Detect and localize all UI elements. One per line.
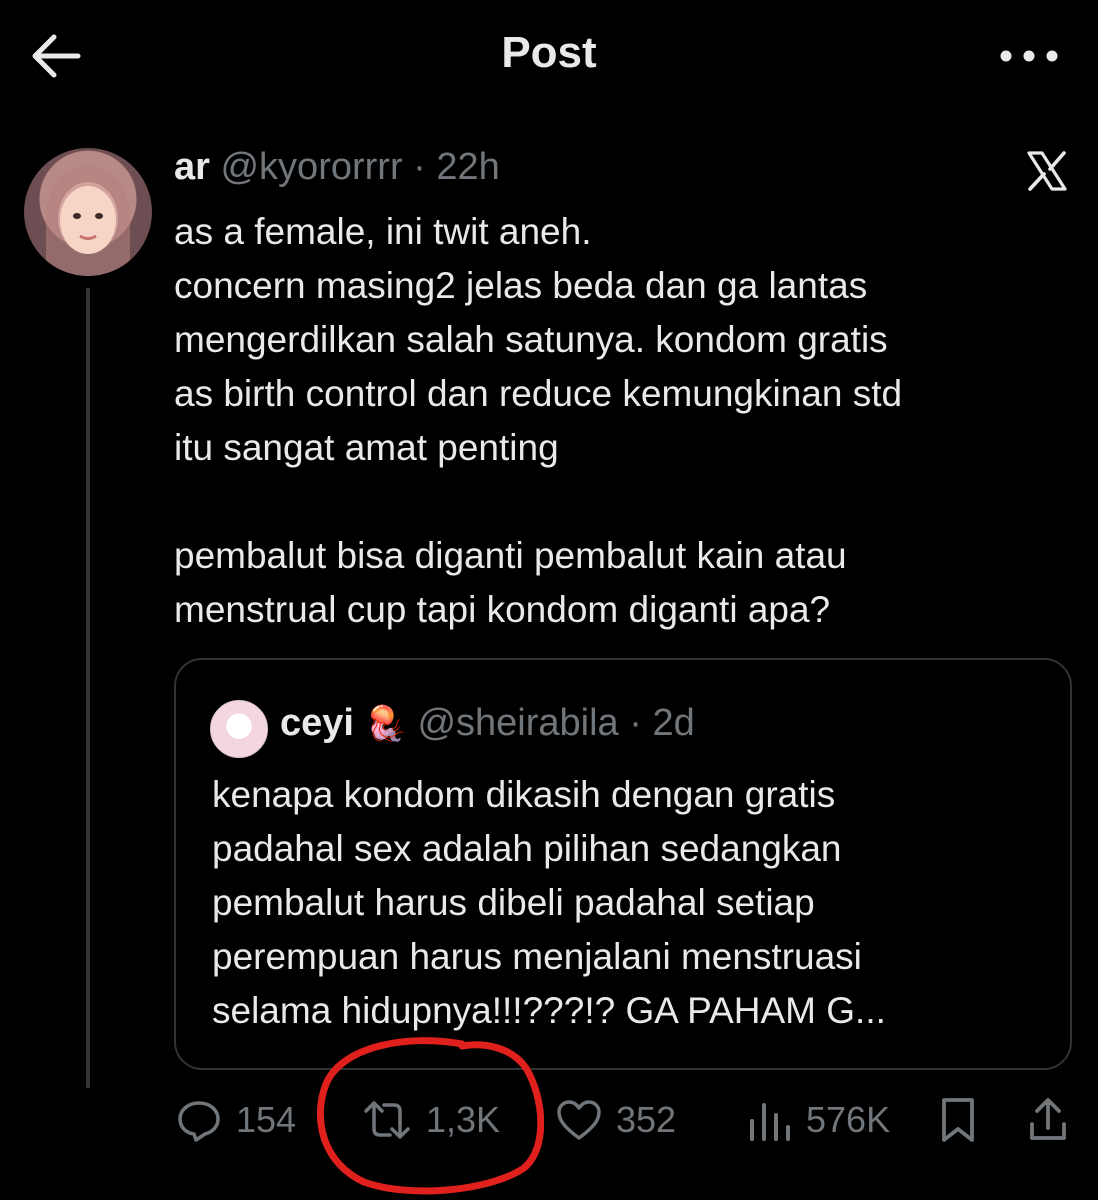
- quoted-post-card[interactable]: ceyi 🪼 @sheirabila · 2d kenapa kondom di…: [174, 658, 1072, 1070]
- post-paragraph-1: as a female, ini twit aneh. concern masi…: [174, 211, 903, 468]
- quoted-header-separator: ·: [618, 702, 653, 744]
- reply-icon: [178, 1101, 220, 1142]
- post-time[interactable]: 22h: [436, 146, 499, 188]
- repost-icon: [364, 1101, 410, 1139]
- author-avatar[interactable]: [24, 148, 152, 276]
- x-logo-icon: [1027, 151, 1067, 191]
- like-count: 352: [616, 1099, 677, 1140]
- views-chart-icon: [750, 1103, 790, 1141]
- reply-button[interactable]: 154: [174, 1090, 296, 1150]
- quoted-author-avatar: [210, 700, 268, 758]
- jellyfish-emoji-icon: 🪼: [364, 705, 407, 743]
- header-separator: ·: [402, 146, 437, 188]
- author-handle[interactable]: @kyororrrr: [220, 146, 402, 188]
- quoted-post-header: ceyi 🪼 @sheirabila · 2d: [280, 702, 695, 745]
- more-horizontal-icon[interactable]: [998, 40, 1060, 72]
- bookmark-icon[interactable]: [936, 1094, 980, 1146]
- author-name[interactable]: ar: [174, 146, 210, 188]
- like-button[interactable]: 352: [554, 1090, 676, 1150]
- quoted-post-body: kenapa kondom dikasih dengan gratis pada…: [212, 774, 886, 1031]
- views-button[interactable]: 576K: [746, 1090, 890, 1150]
- view-count: 576K: [806, 1099, 891, 1140]
- top-bar: Post: [0, 0, 1098, 110]
- share-icon[interactable]: [1026, 1094, 1070, 1146]
- thread-line: [86, 288, 90, 1088]
- post-body: as a female, ini twit aneh. concern masi…: [174, 205, 1074, 637]
- reply-count: 154: [236, 1099, 297, 1140]
- quoted-post-time: 2d: [652, 702, 695, 744]
- post-paragraph-2: pembalut bisa diganti pembalut kain atau…: [174, 535, 847, 630]
- action-bar: 154 1,3K 352 576K: [174, 1090, 1074, 1150]
- repost-button[interactable]: 1,3K: [360, 1090, 500, 1150]
- post-header: ar @kyororrrr · 22h: [174, 146, 500, 189]
- page-title: Post: [501, 28, 597, 77]
- quoted-author-handle: @sheirabila: [417, 702, 619, 744]
- quoted-author-name: ceyi: [280, 702, 354, 744]
- heart-icon: [557, 1100, 601, 1140]
- avatar-image: [45, 166, 131, 276]
- repost-count: 1,3K: [426, 1099, 501, 1140]
